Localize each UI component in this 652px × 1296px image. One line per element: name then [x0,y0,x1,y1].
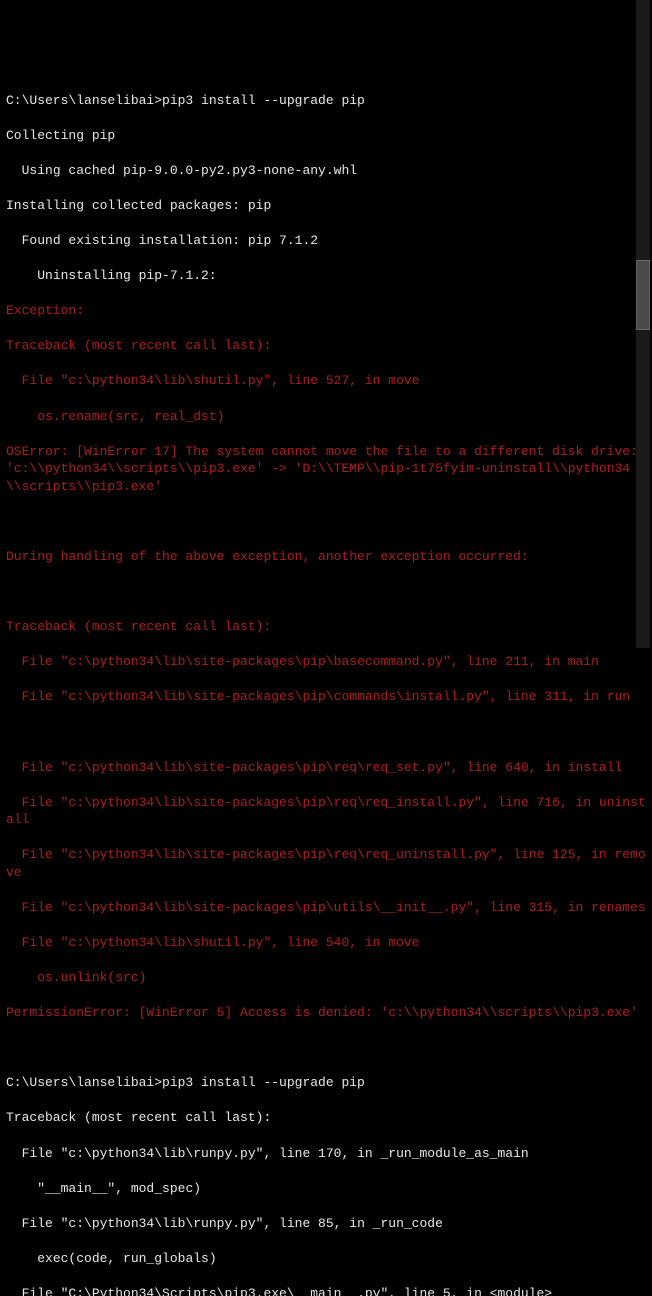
error-line: File "c:\python34\lib\site-packages\pip\… [6,794,646,829]
blank-line [6,513,646,531]
error-line: File "c:\python34\lib\site-packages\pip\… [6,688,646,706]
error-line: os.rename(src, real_dst) [6,408,646,426]
prompt-line: C:\Users\lanselibai>pip3 install --upgra… [6,92,646,110]
error-line: File "c:\python34\lib\site-packages\pip\… [6,653,646,671]
error-line: OSError: [WinError 17] The system cannot… [6,443,646,496]
error-line: Traceback (most recent call last): [6,618,646,636]
error-line: File "c:\python34\lib\site-packages\pip\… [6,846,646,881]
error-line: Traceback (most recent call last): [6,337,646,355]
output-line: File "c:\python34\lib\runpy.py", line 85… [6,1215,646,1233]
output-line: Uninstalling pip-7.1.2: [6,267,646,285]
error-line: os.unlink(src) [6,969,646,987]
error-line: File "c:\python34\lib\shutil.py", line 5… [6,934,646,952]
error-line: Exception: [6,302,646,320]
output-line: Using cached pip-9.0.0-py2.py3-none-any.… [6,162,646,180]
output-line: Installing collected packages: pip [6,197,646,215]
terminal-output: C:\Users\lanselibai>pip3 install --upgra… [6,74,646,1296]
output-line: File "C:\Python34\Scripts\pip3.exe\__mai… [6,1285,646,1296]
scrollbar-thumb[interactable] [636,260,650,330]
error-line: PermissionError: [WinError 5] Access is … [6,1004,646,1022]
output-line: "__main__", mod_spec) [6,1180,646,1198]
blank-line [6,583,646,601]
error-line: During handling of the above exception, … [6,548,646,566]
output-line: Collecting pip [6,127,646,145]
blank-line [6,1039,646,1057]
error-line: File "c:\python34\lib\site-packages\pip\… [6,899,646,917]
output-line: File "c:\python34\lib\runpy.py", line 17… [6,1145,646,1163]
output-line: Traceback (most recent call last): [6,1109,646,1127]
output-line: Found existing installation: pip 7.1.2 [6,232,646,250]
output-line: exec(code, run_globals) [6,1250,646,1268]
error-line: File "c:\python34\lib\shutil.py", line 5… [6,372,646,390]
prompt-line: C:\Users\lanselibai>pip3 install --upgra… [6,1074,646,1092]
blank-line [6,723,646,741]
error-line: File "c:\python34\lib\site-packages\pip\… [6,759,646,777]
